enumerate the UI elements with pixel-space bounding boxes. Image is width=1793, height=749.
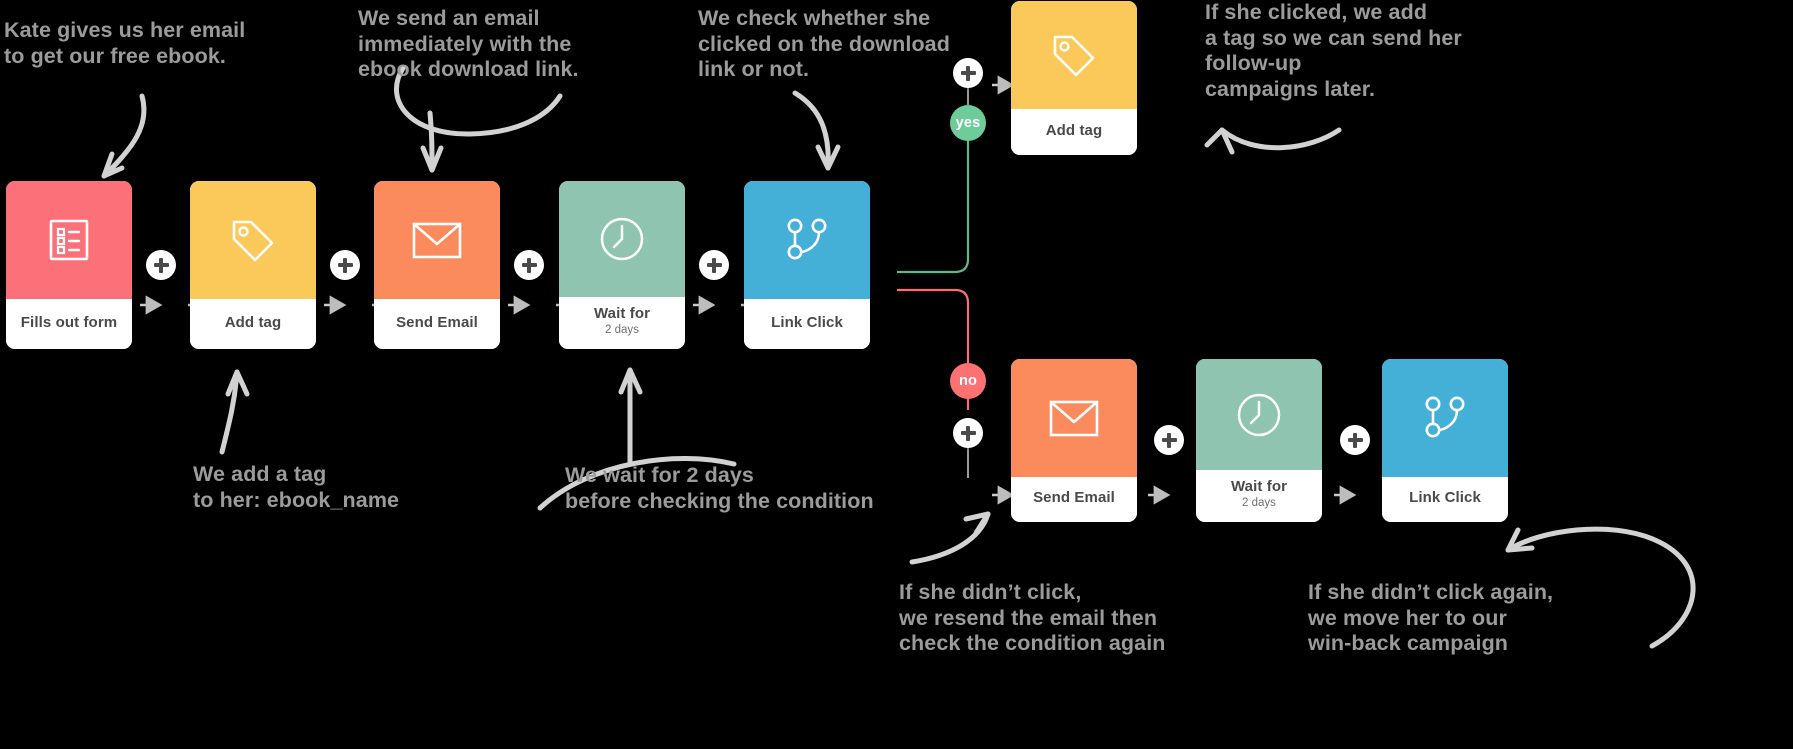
card-label-pane: Wait for 2 days <box>559 297 685 349</box>
card-label-pane: Add tag <box>1011 109 1137 155</box>
add-step-button-6[interactable] <box>1340 425 1370 455</box>
card-sublabel: 2 days <box>605 324 639 336</box>
card-label-pane: Fills out form <box>6 299 132 349</box>
card-icon-pane <box>744 181 870 299</box>
card-label: Wait for <box>593 305 651 322</box>
add-step-button-4[interactable] <box>699 250 729 280</box>
note-link-click: We check whether she clicked on the down… <box>698 6 950 81</box>
card-label: Wait for <box>1230 478 1288 495</box>
card-icon-pane <box>559 181 685 297</box>
branch-icon <box>783 216 831 264</box>
add-step-button-5[interactable] <box>1154 425 1184 455</box>
note-fills-out-form: Kate gives us her email to get our free … <box>4 18 246 68</box>
card-sublabel: 2 days <box>1242 497 1276 509</box>
card-label: Add tag <box>224 313 282 331</box>
card-label: Link Click <box>771 313 843 331</box>
card-send-email-main[interactable]: Send Email <box>374 181 500 349</box>
form-list-icon <box>48 218 90 262</box>
card-label: Fills out form <box>20 313 118 331</box>
tag-icon <box>229 217 277 263</box>
branch-badge-label: no <box>958 373 978 389</box>
add-step-button-1[interactable] <box>146 250 176 280</box>
annotation-arrows <box>101 65 1696 649</box>
add-step-button-yes[interactable] <box>953 58 983 88</box>
card-icon-pane <box>1382 359 1508 477</box>
branch-icon <box>1421 394 1469 442</box>
card-add-tag-yes[interactable]: Add tag <box>1011 1 1137 155</box>
note-send-email: We send an email immediately with the eb… <box>358 6 579 81</box>
card-icon-pane <box>1011 359 1137 477</box>
tag-icon <box>1050 32 1098 78</box>
envelope-icon <box>1048 397 1100 439</box>
card-wait-no[interactable]: Wait for 2 days <box>1196 359 1322 522</box>
add-step-button-2[interactable] <box>330 250 360 280</box>
card-label: Send Email <box>1033 489 1115 506</box>
card-fills-out-form[interactable]: Fills out form <box>6 181 132 349</box>
card-add-tag-main[interactable]: Add tag <box>190 181 316 349</box>
clock-icon <box>598 215 646 263</box>
note-link-click-no: If she didn’t click again, we move her t… <box>1308 580 1554 655</box>
card-icon-pane <box>6 181 132 299</box>
note-add-tag-yes: If she clicked, we add a tag so we can s… <box>1205 0 1462 101</box>
card-label: Add tag <box>1045 121 1103 139</box>
card-label: Send Email <box>396 313 478 331</box>
card-icon-pane <box>1011 1 1137 109</box>
card-label-pane: Link Click <box>1382 477 1508 522</box>
clock-icon <box>1235 391 1283 439</box>
card-label: Link Click <box>1409 489 1481 506</box>
card-label-pane: Wait for 2 days <box>1196 470 1322 522</box>
card-label-pane: Add tag <box>190 299 316 349</box>
branch-badge-yes: yes <box>950 105 986 141</box>
card-icon-pane <box>1196 359 1322 470</box>
card-link-click-main[interactable]: Link Click <box>744 181 870 349</box>
card-wait-main[interactable]: Wait for 2 days <box>559 181 685 349</box>
card-label-pane: Send Email <box>374 299 500 349</box>
workflow-canvas: Kate gives us her email to get our free … <box>0 0 1793 749</box>
note-add-tag-main: We add a tag to her: ebook_name <box>193 462 400 512</box>
note-send-email-no: If she didn’t click, we resend the email… <box>899 580 1166 655</box>
add-step-button-no[interactable] <box>953 418 983 448</box>
envelope-icon <box>411 219 463 261</box>
card-label-pane: Link Click <box>744 299 870 349</box>
card-label-pane: Send Email <box>1011 477 1137 522</box>
branch-badge-label: yes <box>955 115 981 131</box>
card-icon-pane <box>374 181 500 299</box>
card-icon-pane <box>190 181 316 299</box>
note-wait-main: We wait for 2 days before checking the c… <box>565 463 874 513</box>
add-step-button-3[interactable] <box>514 250 544 280</box>
branch-badge-no: no <box>950 363 986 399</box>
card-link-click-no[interactable]: Link Click <box>1382 359 1508 522</box>
card-send-email-no[interactable]: Send Email <box>1011 359 1137 522</box>
